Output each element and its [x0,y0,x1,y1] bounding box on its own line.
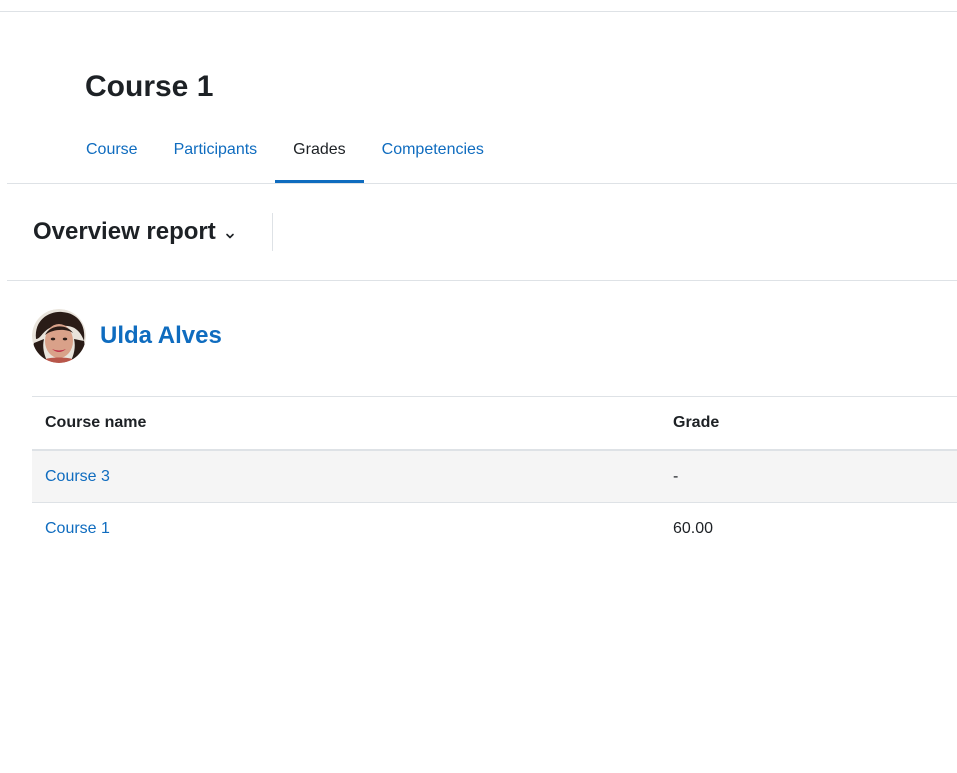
table-header-row: Course name Grade [32,396,957,451]
user-header: Ulda Alves [32,309,222,363]
page-top-divider [0,11,957,12]
nav-divider [7,183,957,184]
page-title: Course 1 [85,70,214,103]
table-row: Course 3 - [32,450,957,503]
report-selector-dropdown[interactable]: Overview report [33,214,236,250]
grade-cell: 60.00 [673,519,714,537]
tab-grades[interactable]: Grades [275,130,365,184]
grades-overview-table: Course name Grade Course 3 - Course 1 60… [32,396,957,554]
report-selector-label: Overview report [33,218,216,245]
selector-divider [272,213,273,251]
table-row: Course 1 60.00 [32,503,957,555]
chevron-down-icon [224,229,236,241]
tab-competencies[interactable]: Competencies [364,130,502,184]
course-link[interactable]: Course 3 [45,468,110,485]
user-name-link[interactable]: Ulda Alves [100,321,222,351]
column-header-course-name: Course name [32,396,660,451]
tab-course[interactable]: Course [68,130,156,184]
course-name-cell: Course 1 [32,503,660,555]
grade-cell: - [660,450,957,503]
tab-participants[interactable]: Participants [156,130,276,184]
course-secondary-nav: Course Participants Grades Competencies [68,130,502,184]
avatar[interactable] [32,309,86,363]
column-header-grade: Grade [660,396,957,451]
action-bar-divider [7,280,957,281]
course-name-cell: Course 3 [32,450,660,503]
course-link[interactable]: Course 1 [45,520,110,537]
